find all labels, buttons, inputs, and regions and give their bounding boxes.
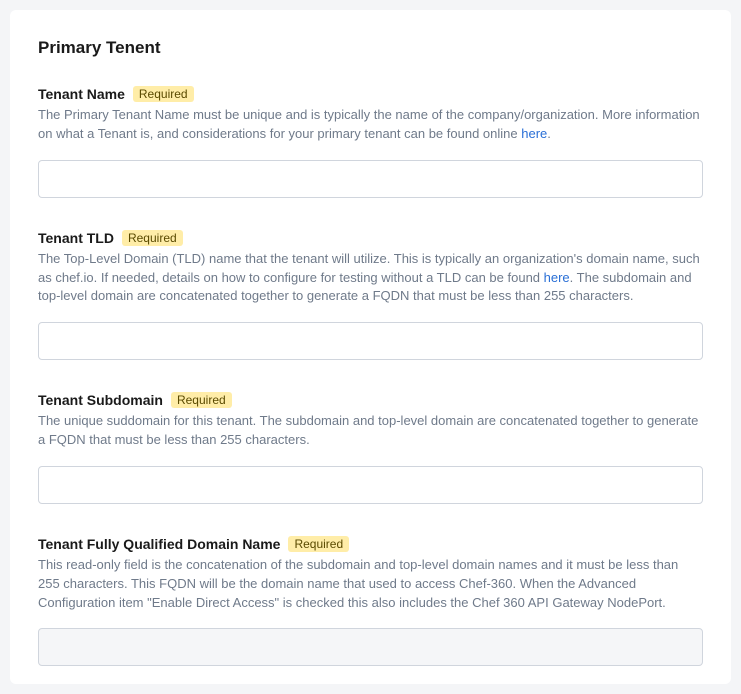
tenant-fqdn-input	[38, 628, 703, 666]
field-tenant-fqdn: Tenant Fully Qualified Domain Name Requi…	[38, 536, 703, 667]
field-label-row: Tenant Fully Qualified Domain Name Requi…	[38, 536, 703, 552]
tenant-fqdn-label: Tenant Fully Qualified Domain Name	[38, 536, 280, 552]
primary-tenant-card: Primary Tenent Tenant Name Required The …	[10, 10, 731, 684]
required-badge: Required	[288, 536, 349, 552]
tenant-tld-description: The Top-Level Domain (TLD) name that the…	[38, 250, 703, 307]
field-label-row: Tenant Name Required	[38, 86, 703, 102]
desc-text: The Primary Tenant Name must be unique a…	[38, 107, 700, 141]
field-label-row: Tenant TLD Required	[38, 230, 703, 246]
tenant-tld-label: Tenant TLD	[38, 230, 114, 246]
field-tenant-tld: Tenant TLD Required The Top-Level Domain…	[38, 230, 703, 361]
tenant-name-input[interactable]	[38, 160, 703, 198]
tenant-subdomain-label: Tenant Subdomain	[38, 392, 163, 408]
required-badge: Required	[171, 392, 232, 408]
tenant-subdomain-input[interactable]	[38, 466, 703, 504]
tenant-name-help-link[interactable]: here	[521, 126, 547, 141]
desc-text-after: .	[547, 126, 551, 141]
field-tenant-subdomain: Tenant Subdomain Required The unique sud…	[38, 392, 703, 504]
tenant-subdomain-description: The unique suddomain for this tenant. Th…	[38, 412, 703, 450]
tenant-name-description: The Primary Tenant Name must be unique a…	[38, 106, 703, 144]
tenant-fqdn-description: This read-only field is the concatenatio…	[38, 556, 703, 613]
section-title: Primary Tenent	[38, 38, 703, 58]
field-label-row: Tenant Subdomain Required	[38, 392, 703, 408]
tenant-name-label: Tenant Name	[38, 86, 125, 102]
required-badge: Required	[133, 86, 194, 102]
tenant-tld-help-link[interactable]: here	[544, 270, 570, 285]
tenant-tld-input[interactable]	[38, 322, 703, 360]
required-badge: Required	[122, 230, 183, 246]
field-tenant-name: Tenant Name Required The Primary Tenant …	[38, 86, 703, 198]
